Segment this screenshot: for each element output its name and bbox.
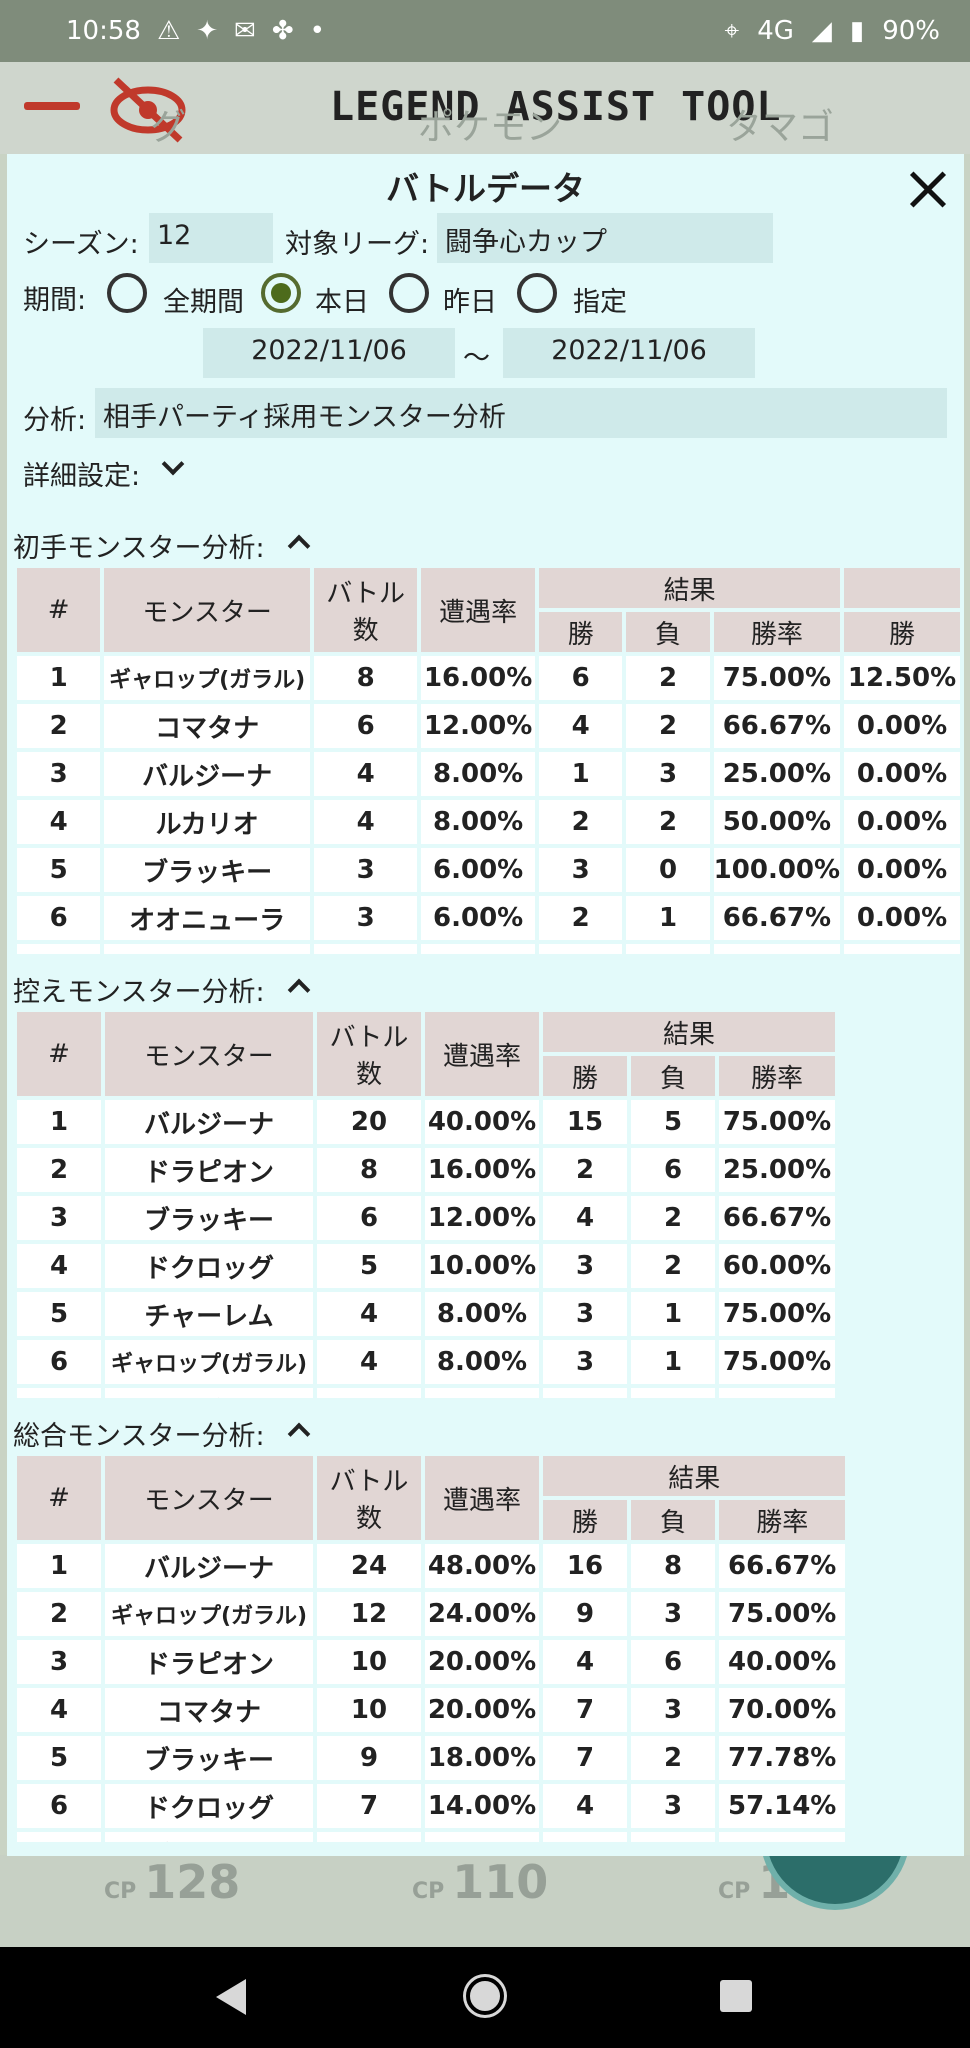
- table-row: 1 バルジーナ 20 40.00% 15 5 75.00%: [17, 1100, 835, 1144]
- col-monster: モンスター: [104, 568, 311, 652]
- clock: 10:58: [66, 16, 141, 46]
- date-tilde: ～: [463, 343, 490, 374]
- table-row: 3 バルジーナ 4 8.00% 1 3 25.00% 0.00%: [17, 752, 960, 796]
- col-winrate: 勝率: [713, 612, 841, 652]
- gmail-icon: ✉: [234, 16, 256, 46]
- table-row: 7ブチルドル714.00%70100.00%: [17, 1832, 846, 1842]
- radio-label-all: 全期間: [163, 287, 244, 318]
- date-from-field[interactable]: 2022/11/06: [203, 328, 455, 378]
- col-lose: 負: [626, 612, 710, 652]
- table-row: 6 ドクロッグ 7 14.00% 4 3 57.14%: [17, 1784, 846, 1828]
- section-label-bench: 控えモンスター分析:: [13, 977, 265, 1008]
- dot-icon: •: [309, 16, 325, 46]
- system-nav-bar: [0, 1947, 970, 2048]
- cp-value-1: CP 110: [412, 1855, 549, 1909]
- chevron-up-icon[interactable]: [287, 978, 311, 1002]
- season-label: シーズン:: [23, 229, 139, 260]
- radio-label-custom: 指定: [573, 287, 627, 318]
- chevron-up-icon[interactable]: [287, 534, 311, 558]
- table-row: 4 ルカリオ 4 8.00% 2 2 50.00% 0.00%: [17, 800, 960, 844]
- col-idx: #: [17, 568, 101, 652]
- radio-custom[interactable]: [517, 273, 557, 313]
- table-bench-wrap[interactable]: # モンスター バトル数 遭遇率 結果 勝 負 勝率 1 バルジーナ 20 40.00…: [13, 1008, 853, 1398]
- analysis-label: 分析:: [23, 405, 87, 436]
- table-row: 2 コマタナ 6 12.00% 4 2 66.67% 0.00%: [17, 704, 960, 748]
- table-row: 2 ギャロップ(ガラル) 12 24.00% 9 3 75.00%: [17, 1592, 846, 1636]
- chevron-up-icon[interactable]: [287, 1422, 311, 1446]
- close-icon[interactable]: [905, 166, 953, 214]
- col-result: 結果: [539, 568, 841, 608]
- col-rate: 遭遇率: [421, 568, 536, 652]
- table-row: 4 ドクロッグ 5 10.00% 3 2 60.00%: [17, 1244, 835, 1288]
- chevron-down-icon[interactable]: [161, 452, 185, 476]
- col-extra: 勝: [844, 612, 960, 652]
- detail-settings-label: 詳細設定:: [23, 461, 141, 492]
- table-row: 5 ブラッキー 3 6.00% 3 0 100.00% 0.00%: [17, 848, 960, 892]
- dialog-title: バトルデータ: [386, 169, 585, 208]
- section-label-opening: 初手モンスター分析:: [13, 533, 265, 564]
- table-overall: # モンスター バトル数 遭遇率 結果 勝 負 勝率 1 バルジーナ 24 48.00…: [13, 1452, 849, 1842]
- radio-all-period[interactable]: [107, 273, 147, 313]
- cp-value-0: CP 128: [104, 1855, 241, 1909]
- period-label: 期間:: [23, 285, 87, 316]
- pinwheel-icon: ✤: [271, 16, 294, 46]
- battle-data-dialog: バトルデータ シーズン: 12 対象リーグ: 闘争心カップ 期間: 全期間 本日…: [7, 154, 964, 1856]
- col-battles: バトル数: [314, 568, 418, 652]
- table-row: 7ランドロス36.00%2166.67%0.00%: [17, 944, 960, 954]
- bg-tab-2: タマゴ: [726, 107, 835, 148]
- app-header: グ LEGEND ASSIST TOOL ポケモン タマゴ: [0, 62, 970, 154]
- signal-icon: ◢: [811, 16, 832, 46]
- twitter-icon: ✦: [196, 16, 219, 46]
- table-row: 4 コマタナ 10 20.00% 7 3 70.00%: [17, 1688, 846, 1732]
- table-overall-wrap[interactable]: # モンスター バトル数 遭遇率 結果 勝 負 勝率 1 バルジーナ 24 48.00…: [13, 1452, 853, 1842]
- status-bar: 10:58 ⚠ ✦ ✉ ✤ • ⌖ 4G ◢ ▮ 90%: [0, 0, 970, 62]
- battery-icon: ▮: [849, 16, 865, 46]
- col-win: 勝: [539, 612, 623, 652]
- radio-label-yesterday: 昨日: [443, 287, 497, 318]
- table-row: 3 ブラッキー 6 12.00% 4 2 66.67%: [17, 1196, 835, 1240]
- recents-icon[interactable]: [720, 1980, 752, 2012]
- table-opening-wrap[interactable]: # モンスター バトル数 遭遇率 結果 勝 負 勝率 勝 1 ギャロップ(ガラル)…: [13, 564, 964, 954]
- table-row: 2 ドラピオン 8 16.00% 2 6 25.00%: [17, 1148, 835, 1192]
- section-label-overall: 総合モンスター分析:: [13, 1421, 265, 1452]
- analysis-field[interactable]: 相手パーティ採用モンスター分析: [95, 388, 947, 438]
- table-opening: # モンスター バトル数 遭遇率 結果 勝 負 勝率 勝 1 ギャロップ(ガラル)…: [13, 564, 964, 954]
- table-row: 6 ギャロップ(ガラル) 4 8.00% 3 1 75.00%: [17, 1340, 835, 1384]
- network-type: 4G: [757, 16, 794, 46]
- radio-label-today: 本日: [315, 287, 369, 318]
- date-to-field[interactable]: 2022/11/06: [503, 328, 755, 378]
- bg-tab-1: ポケモン: [418, 107, 563, 148]
- radio-today[interactable]: [261, 273, 301, 313]
- radio-yesterday[interactable]: [389, 273, 429, 313]
- table-bench: # モンスター バトル数 遭遇率 結果 勝 負 勝率 1 バルジーナ 20 40.00…: [13, 1008, 839, 1398]
- battery-level: 90%: [882, 16, 940, 46]
- col-extra-top: [844, 568, 960, 608]
- table-row: 1 ギャロップ(ガラル) 8 16.00% 6 2 75.00% 12.50%: [17, 656, 960, 700]
- table-row: 7ボスゴドラ48.00%1325.00%: [17, 1388, 835, 1398]
- table-row: 5 チャーレム 4 8.00% 3 1 75.00%: [17, 1292, 835, 1336]
- table-row: 6 オオニューラ 3 6.00% 2 1 66.67% 0.00%: [17, 896, 960, 940]
- back-icon[interactable]: [216, 1979, 246, 2015]
- menu-icon[interactable]: [24, 102, 80, 110]
- location-icon: ⌖: [724, 16, 740, 46]
- league-label: 対象リーグ:: [285, 229, 430, 260]
- table-row: 5 ブラッキー 9 18.00% 7 2 77.78%: [17, 1736, 846, 1780]
- table-row: 1 バルジーナ 24 48.00% 16 8 66.67%: [17, 1544, 846, 1588]
- home-icon[interactable]: [466, 1977, 504, 2015]
- league-field[interactable]: 闘争心カップ: [437, 213, 773, 263]
- season-field[interactable]: 12: [149, 213, 273, 263]
- table-row: 3 ドラピオン 10 20.00% 4 6 40.00%: [17, 1640, 846, 1684]
- bg-tab-0: グ: [150, 107, 187, 148]
- warning-icon: ⚠: [156, 16, 181, 46]
